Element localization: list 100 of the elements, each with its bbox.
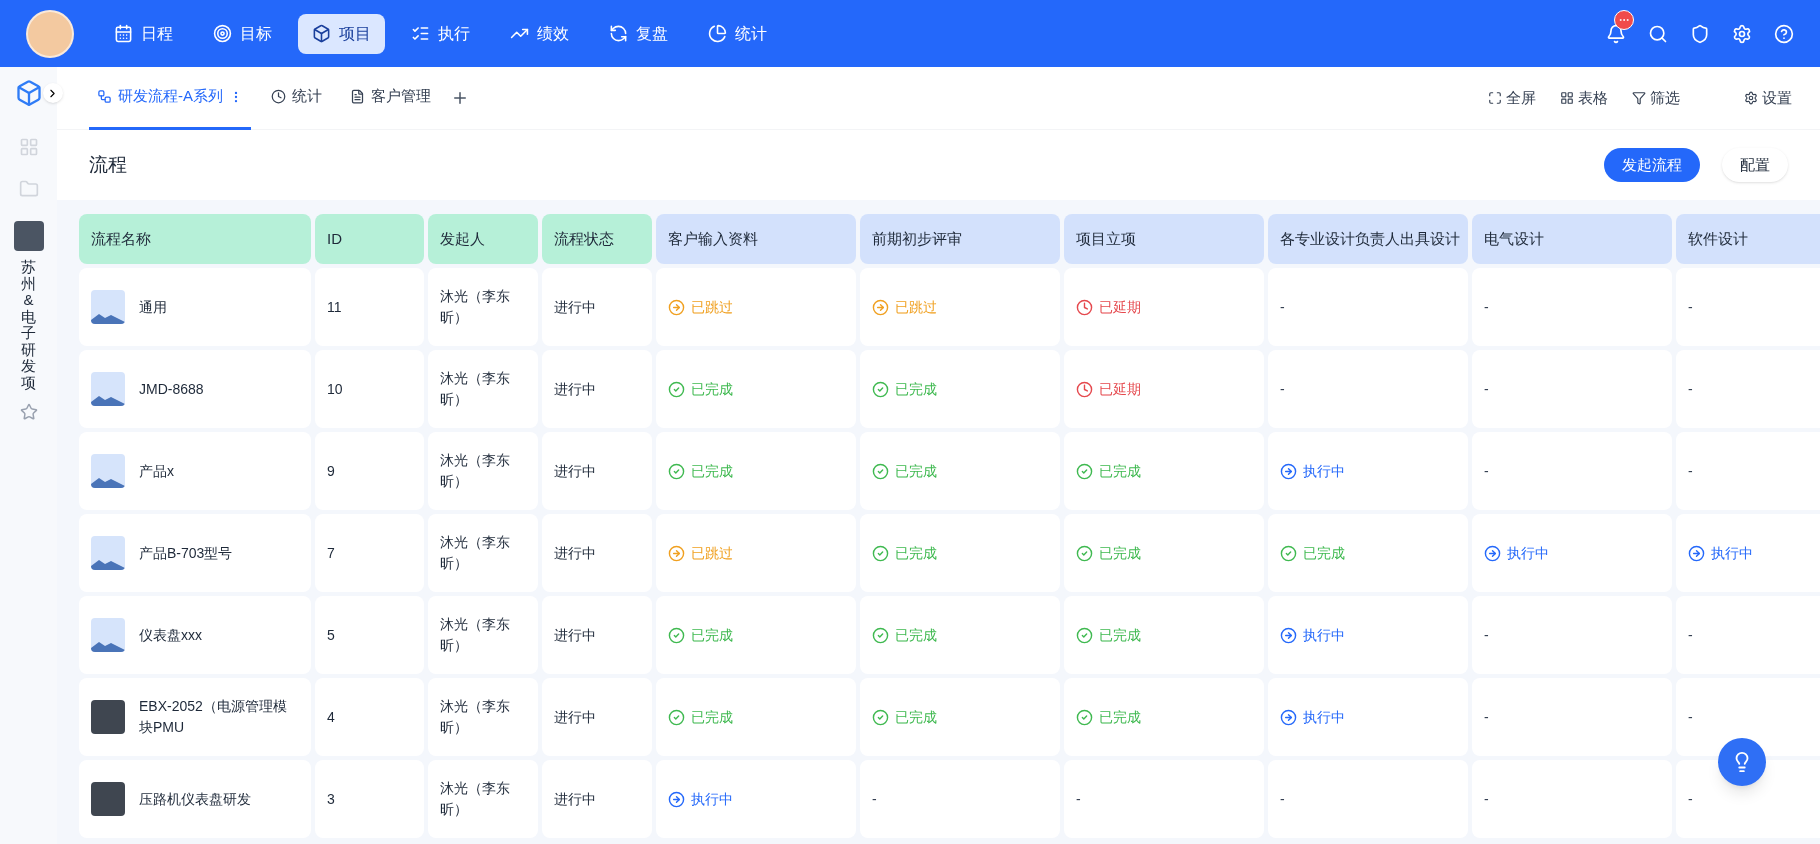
- status-label: 执行中: [1303, 707, 1345, 727]
- table-cell: 压路机仪表盘研发: [79, 760, 311, 838]
- toolbar-button[interactable]: 表格: [1560, 86, 1608, 110]
- empty-value: -: [1280, 379, 1285, 399]
- arrow-circle-icon: [1280, 626, 1297, 644]
- status-label: 已完成: [895, 461, 937, 481]
- arrow-circle-icon: [1484, 544, 1501, 562]
- status-label: 执行中: [1507, 543, 1549, 563]
- start-button[interactable]: 发起流程: [1604, 148, 1700, 182]
- table-cell: 4: [315, 678, 424, 756]
- column-header: ID: [315, 214, 424, 264]
- tab[interactable]: 研发流程-A系列: [89, 66, 251, 130]
- bell-icon[interactable]: [1606, 23, 1626, 44]
- target-icon: [213, 24, 232, 43]
- table-cell: 7: [315, 514, 424, 592]
- check-circle-icon: [1076, 544, 1093, 562]
- toolbar-button[interactable]: 筛选: [1632, 86, 1680, 110]
- table-cell: 沐光（李东昕）: [428, 268, 538, 346]
- nav-tab[interactable]: 复盘: [595, 13, 682, 54]
- empty-value: -: [1484, 379, 1489, 399]
- table-cell: 通用: [79, 268, 311, 346]
- pie-chart-icon: [708, 24, 727, 43]
- table-cell: 沐光（李东昕）: [428, 432, 538, 510]
- table-cell: 5: [315, 596, 424, 674]
- status-label: 已延期: [1099, 379, 1141, 399]
- column-header: 前期初步评审: [860, 214, 1060, 264]
- clock-icon: [1076, 380, 1093, 398]
- flow-icon: [97, 89, 112, 104]
- empty-value: -: [1280, 789, 1285, 809]
- check-circle-icon: [1280, 544, 1297, 562]
- table-cell: 3: [315, 760, 424, 838]
- grid-icon: [1560, 91, 1574, 105]
- empty-value: -: [1688, 297, 1693, 317]
- tab[interactable]: 客户管理: [342, 66, 439, 130]
- empty-value: -: [1688, 789, 1693, 809]
- arrow-circle-icon: [1280, 462, 1297, 480]
- table-cell: 产品x: [79, 432, 311, 510]
- table-cell: 进行中: [542, 514, 652, 592]
- empty-value: -: [1484, 461, 1489, 481]
- table-cell: 11: [315, 268, 424, 346]
- settings-icon[interactable]: [1732, 23, 1752, 44]
- add-icon[interactable]: [451, 89, 469, 107]
- empty-value: -: [1484, 707, 1489, 727]
- status-label: 已完成: [691, 379, 733, 399]
- shield-icon[interactable]: [1690, 23, 1710, 44]
- table-cell: JMD-8688: [79, 350, 311, 428]
- check-circle-icon: [872, 708, 889, 726]
- check-circle-icon: [872, 462, 889, 480]
- cube-icon: [312, 24, 331, 43]
- empty-value: -: [1076, 789, 1081, 809]
- search-icon[interactable]: [1648, 23, 1668, 44]
- arrow-circle-icon: [668, 298, 685, 316]
- fullscreen-icon: [1488, 91, 1502, 105]
- nav-tab[interactable]: 执行: [397, 13, 484, 54]
- status-label: 已完成: [1099, 461, 1141, 481]
- help-icon[interactable]: [1774, 23, 1794, 44]
- status-label: 已延期: [1099, 297, 1141, 317]
- column-header: 软件设计: [1676, 214, 1820, 264]
- status-label: 已完成: [1099, 707, 1141, 727]
- tab[interactable]: 统计: [263, 66, 330, 130]
- nav-tab[interactable]: 绩效: [496, 13, 583, 54]
- avatar[interactable]: [26, 9, 74, 58]
- arrow-circle-icon: [1688, 544, 1705, 562]
- empty-value: -: [1688, 379, 1693, 399]
- star-icon[interactable]: [19, 403, 38, 421]
- column-header: 流程状态: [542, 214, 652, 264]
- check-circle-icon: [872, 380, 889, 398]
- expand-button[interactable]: [42, 83, 63, 103]
- nav-tab[interactable]: 目标: [199, 13, 286, 54]
- arrow-circle-icon: [668, 790, 685, 808]
- status-label: 执行中: [1303, 461, 1345, 481]
- table-cell: EBX-2052（电源管理模块PMU: [79, 678, 311, 756]
- cube-icon[interactable]: [14, 79, 43, 107]
- toolbar-button[interactable]: 全屏: [1488, 86, 1536, 110]
- empty-value: -: [1484, 789, 1489, 809]
- photo-placeholder[interactable]: [13, 221, 44, 251]
- status-label: 执行中: [1303, 625, 1345, 645]
- column-header: 项目立项: [1064, 214, 1264, 264]
- status-label: 已跳过: [895, 297, 937, 317]
- check-circle-icon: [668, 380, 685, 398]
- table-cell: 进行中: [542, 268, 652, 346]
- nav-tab[interactable]: 日程: [100, 13, 187, 54]
- table-cell: 进行中: [542, 432, 652, 510]
- table-cell: 沐光（李东昕）: [428, 350, 538, 428]
- status-label: 已完成: [895, 543, 937, 563]
- arrow-circle-icon: [872, 298, 889, 316]
- clock-icon: [271, 89, 286, 104]
- status-label: 已完成: [895, 379, 937, 399]
- column-header: 流程名称: [79, 214, 311, 264]
- nav-tab[interactable]: 统计: [694, 13, 781, 54]
- status-label: 已完成: [691, 461, 733, 481]
- nav-tab[interactable]: 项目: [298, 13, 385, 54]
- toolbar-button[interactable]: 设置: [1744, 86, 1792, 110]
- empty-value: -: [1688, 625, 1693, 645]
- column-header: 电气设计: [1472, 214, 1672, 264]
- table-cell: 进行中: [542, 596, 652, 674]
- document-icon: [350, 89, 365, 104]
- page-title: 流程: [89, 152, 127, 177]
- config-button[interactable]: 配置: [1722, 148, 1788, 182]
- status-label: 已完成: [1099, 543, 1141, 563]
